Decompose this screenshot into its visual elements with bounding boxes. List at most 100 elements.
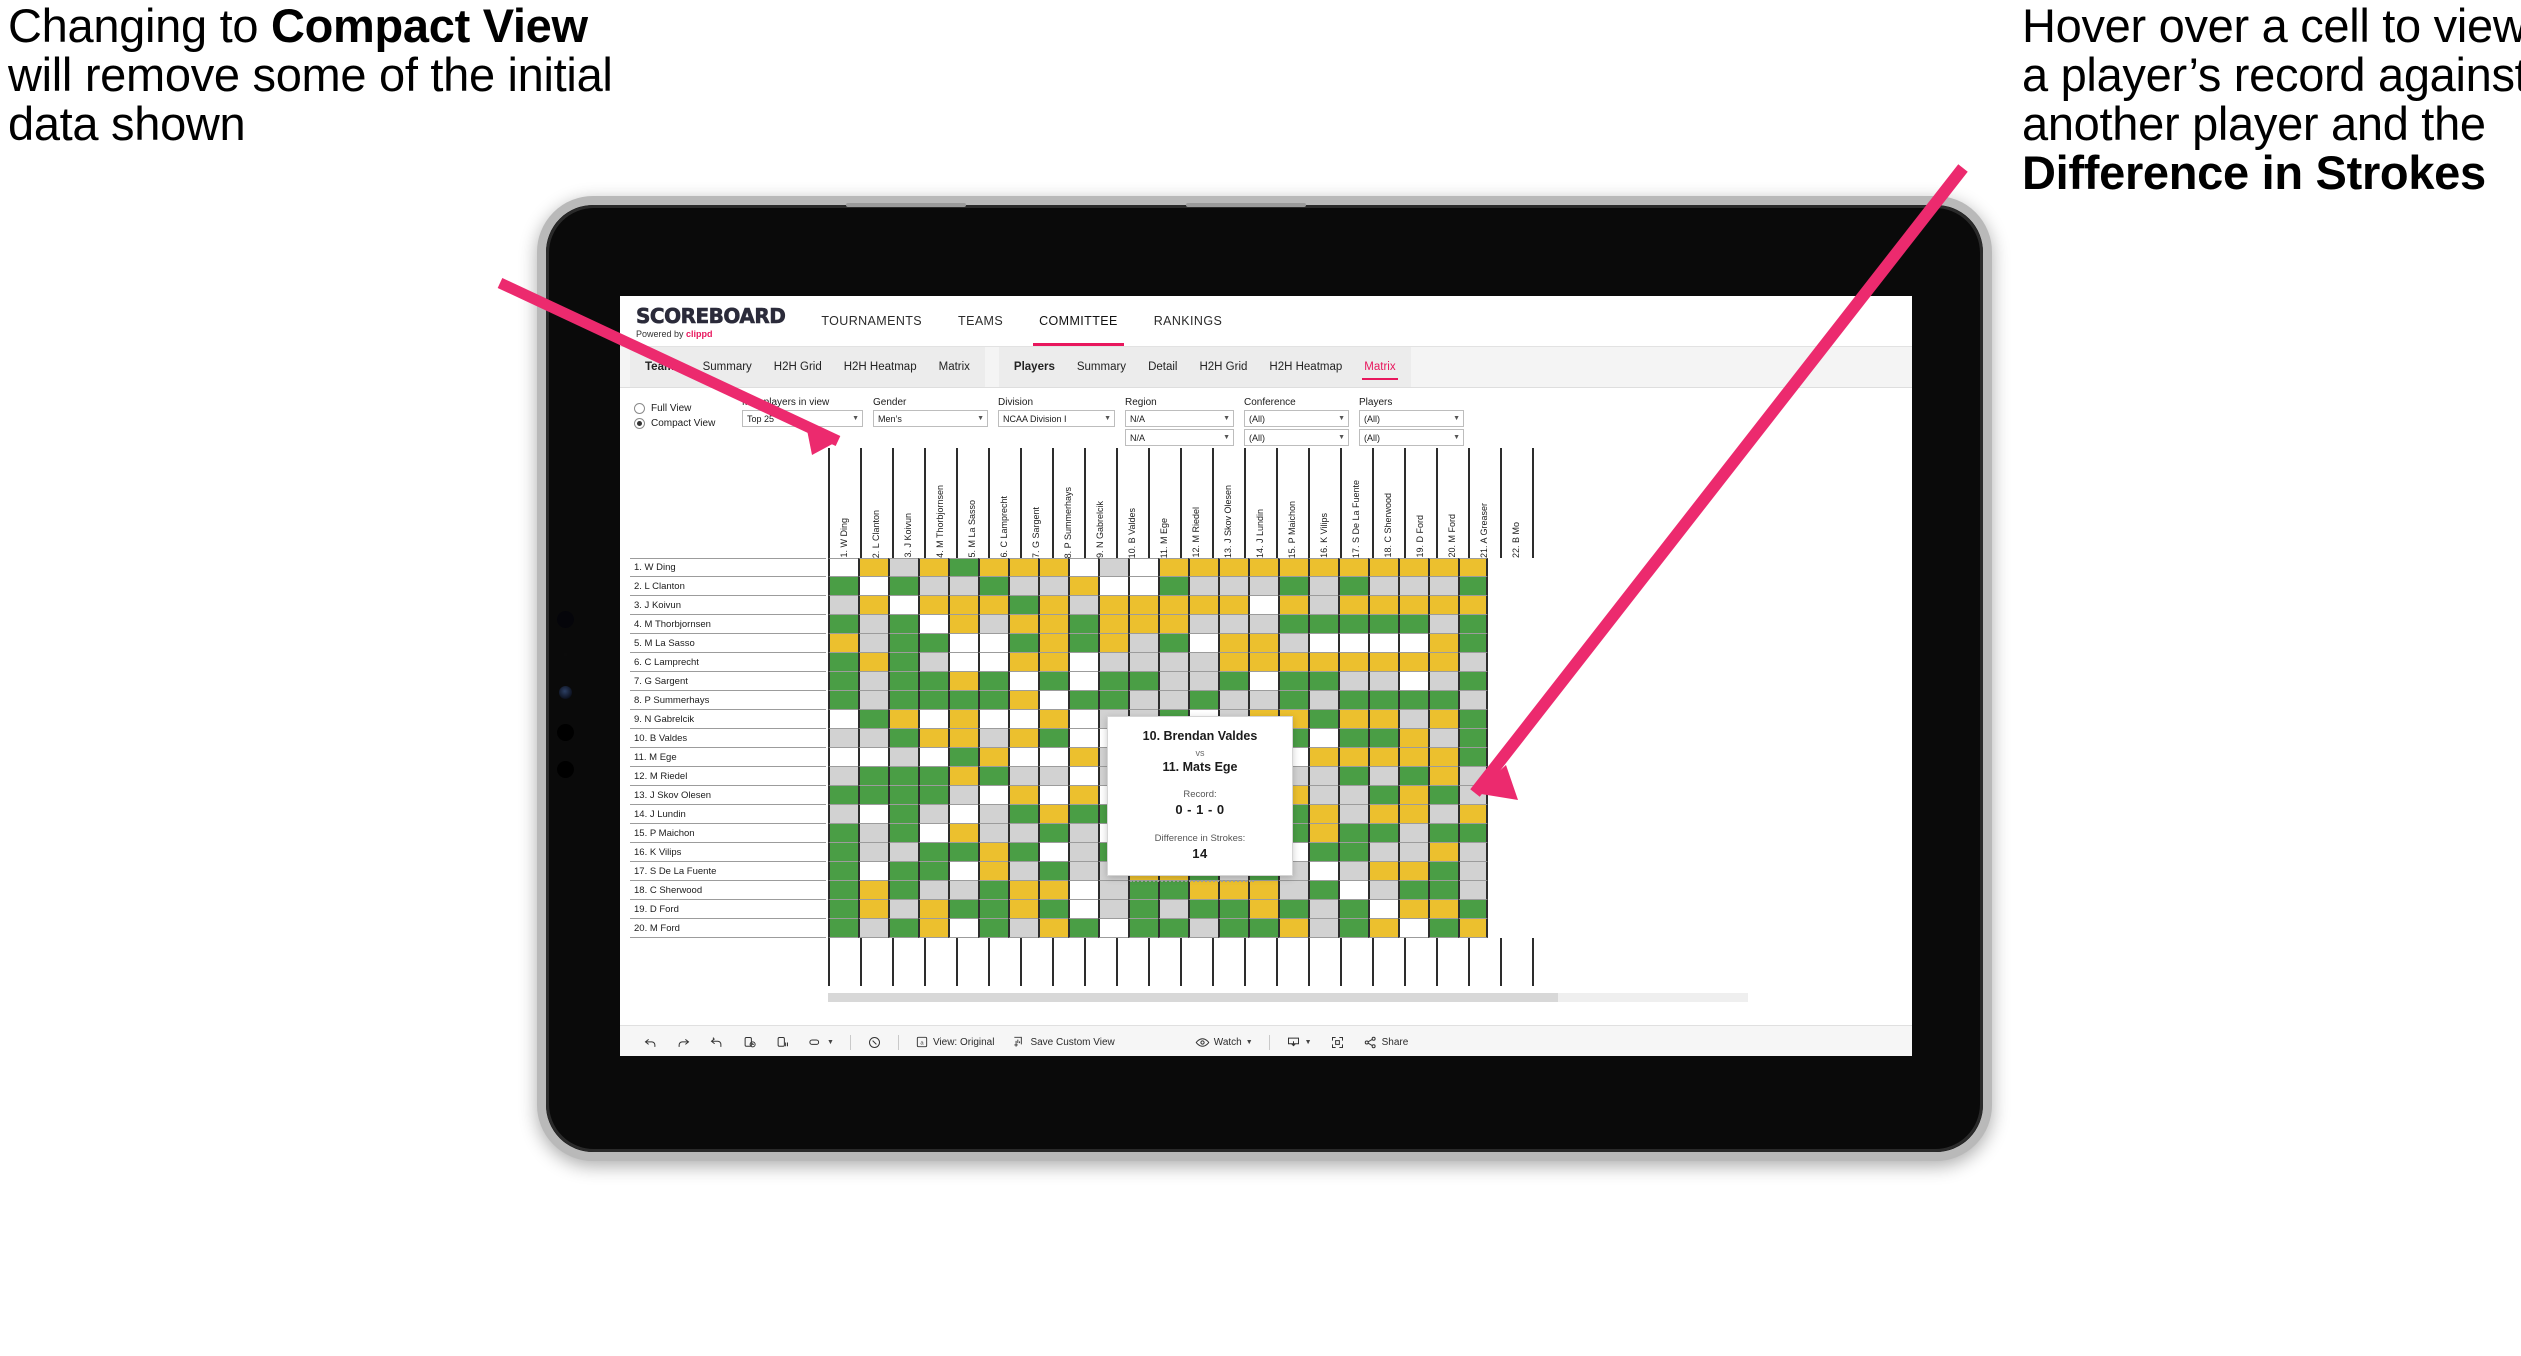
matrix-cell[interactable] [1248, 634, 1278, 653]
matrix-row-label[interactable]: 15. P Maichon [630, 824, 826, 843]
matrix-cell[interactable] [1398, 558, 1428, 577]
matrix-cell[interactable] [1308, 805, 1338, 824]
matrix-cell[interactable] [1338, 558, 1368, 577]
matrix-cell[interactable] [1458, 653, 1488, 672]
matrix-col-header[interactable]: 21. A Greaser [1468, 448, 1500, 558]
matrix-cell[interactable] [1368, 900, 1398, 919]
matrix-cell[interactable] [1068, 615, 1098, 634]
matrix-cell[interactable] [1218, 577, 1248, 596]
matrix-cell[interactable] [1188, 615, 1218, 634]
matrix-cell[interactable] [1248, 672, 1278, 691]
matrix-cell[interactable] [1338, 634, 1368, 653]
matrix-cell[interactable] [1188, 691, 1218, 710]
matrix-cell[interactable] [1338, 843, 1368, 862]
matrix-cell[interactable] [858, 824, 888, 843]
matrix-cell[interactable] [1098, 634, 1128, 653]
matrix-cell[interactable] [888, 767, 918, 786]
subnav-item-teams-h2h-grid[interactable]: H2H Grid [763, 347, 833, 387]
matrix-cell[interactable] [1458, 748, 1488, 767]
matrix-cell[interactable] [1128, 653, 1158, 672]
matrix-cell[interactable] [1218, 900, 1248, 919]
matrix-cell[interactable] [1188, 596, 1218, 615]
matrix-cell[interactable] [1398, 748, 1428, 767]
matrix-cell[interactable] [1278, 596, 1308, 615]
matrix-cell[interactable] [1038, 786, 1068, 805]
matrix-cell[interactable] [1008, 900, 1038, 919]
matrix-cell[interactable] [948, 577, 978, 596]
matrix-cell[interactable] [948, 824, 978, 843]
subnav-item-players-summary[interactable]: Summary [1066, 347, 1137, 387]
matrix-col-header[interactable]: 17. S De La Fuente [1340, 448, 1372, 558]
matrix-cell[interactable] [1218, 919, 1248, 938]
matrix-cell[interactable] [888, 900, 918, 919]
matrix-cell[interactable] [1008, 653, 1038, 672]
matrix-cell[interactable] [948, 805, 978, 824]
matrix-cell[interactable] [1158, 900, 1188, 919]
matrix-cell[interactable] [1308, 824, 1338, 843]
matrix-cell[interactable] [1398, 843, 1428, 862]
matrix-cell[interactable] [978, 558, 1008, 577]
matrix-cell[interactable] [858, 805, 888, 824]
matrix-cell[interactable] [1068, 900, 1098, 919]
matrix-row-label[interactable]: 17. S De La Fuente [630, 862, 826, 881]
matrix-cell[interactable] [828, 558, 858, 577]
matrix-cell[interactable] [1458, 805, 1488, 824]
matrix-cell[interactable] [1098, 919, 1128, 938]
matrix-cell[interactable] [1038, 881, 1068, 900]
matrix-cell[interactable] [1308, 672, 1338, 691]
matrix-cell[interactable] [1458, 577, 1488, 596]
matrix-cell[interactable] [1248, 900, 1278, 919]
matrix-cell[interactable] [1128, 596, 1158, 615]
filter-gender-select[interactable]: Men’s ▼ [873, 410, 988, 427]
matrix-cell[interactable] [1008, 672, 1038, 691]
matrix-cell[interactable] [1338, 577, 1368, 596]
matrix-cell[interactable] [1308, 843, 1338, 862]
matrix-cell[interactable] [1458, 634, 1488, 653]
matrix-col-header[interactable]: 19. D Ford [1404, 448, 1436, 558]
matrix-cell[interactable] [828, 596, 858, 615]
matrix-cell[interactable] [1338, 900, 1368, 919]
matrix-cell[interactable] [888, 843, 918, 862]
matrix-cell[interactable] [888, 805, 918, 824]
matrix-cell[interactable] [1308, 767, 1338, 786]
matrix-cell[interactable] [978, 615, 1008, 634]
matrix-cell[interactable] [1008, 805, 1038, 824]
matrix-cell[interactable] [828, 710, 858, 729]
matrix-cell[interactable] [1398, 786, 1428, 805]
matrix-cell[interactable] [1308, 900, 1338, 919]
matrix-col-header[interactable]: 12. M Riedel [1180, 448, 1212, 558]
matrix-col-header[interactable]: 16. K Vilips [1308, 448, 1340, 558]
matrix-cell[interactable] [1338, 615, 1368, 634]
matrix-cell[interactable] [1128, 900, 1158, 919]
matrix-cell[interactable] [1338, 881, 1368, 900]
matrix-cell[interactable] [1398, 919, 1428, 938]
matrix-cell[interactable] [918, 919, 948, 938]
matrix-cell[interactable] [1218, 672, 1248, 691]
matrix-cell[interactable] [1008, 862, 1038, 881]
matrix-cell[interactable] [1458, 919, 1488, 938]
matrix-cell[interactable] [1188, 558, 1218, 577]
matrix-cell[interactable] [948, 653, 978, 672]
matrix-cell[interactable] [948, 900, 978, 919]
matrix-cell[interactable] [1038, 672, 1068, 691]
matrix-cell[interactable] [1398, 691, 1428, 710]
filter-region-select-secondary[interactable]: N/A ▼ [1125, 429, 1234, 446]
matrix-cell[interactable] [1158, 653, 1188, 672]
matrix-cell[interactable] [1008, 843, 1038, 862]
matrix-cell[interactable] [1428, 900, 1458, 919]
matrix-cell[interactable] [1428, 767, 1458, 786]
matrix-cell[interactable] [1338, 786, 1368, 805]
matrix-cell[interactable] [948, 672, 978, 691]
matrix-cell[interactable] [978, 919, 1008, 938]
matrix-cell[interactable] [1278, 900, 1308, 919]
matrix-cell[interactable] [1158, 558, 1188, 577]
matrix-cell[interactable] [888, 786, 918, 805]
matrix-col-header[interactable]: 8. P Summerhays [1052, 448, 1084, 558]
subnav-item-teams-h2h-heatmap[interactable]: H2H Heatmap [833, 347, 928, 387]
radio-compact-view[interactable]: Compact View [634, 418, 742, 429]
matrix-cell[interactable] [1428, 653, 1458, 672]
matrix-cell[interactable] [1428, 862, 1458, 881]
matrix-cell[interactable] [918, 748, 948, 767]
pause-auto-update-button[interactable] [766, 1035, 799, 1050]
matrix-cell[interactable] [1428, 843, 1458, 862]
